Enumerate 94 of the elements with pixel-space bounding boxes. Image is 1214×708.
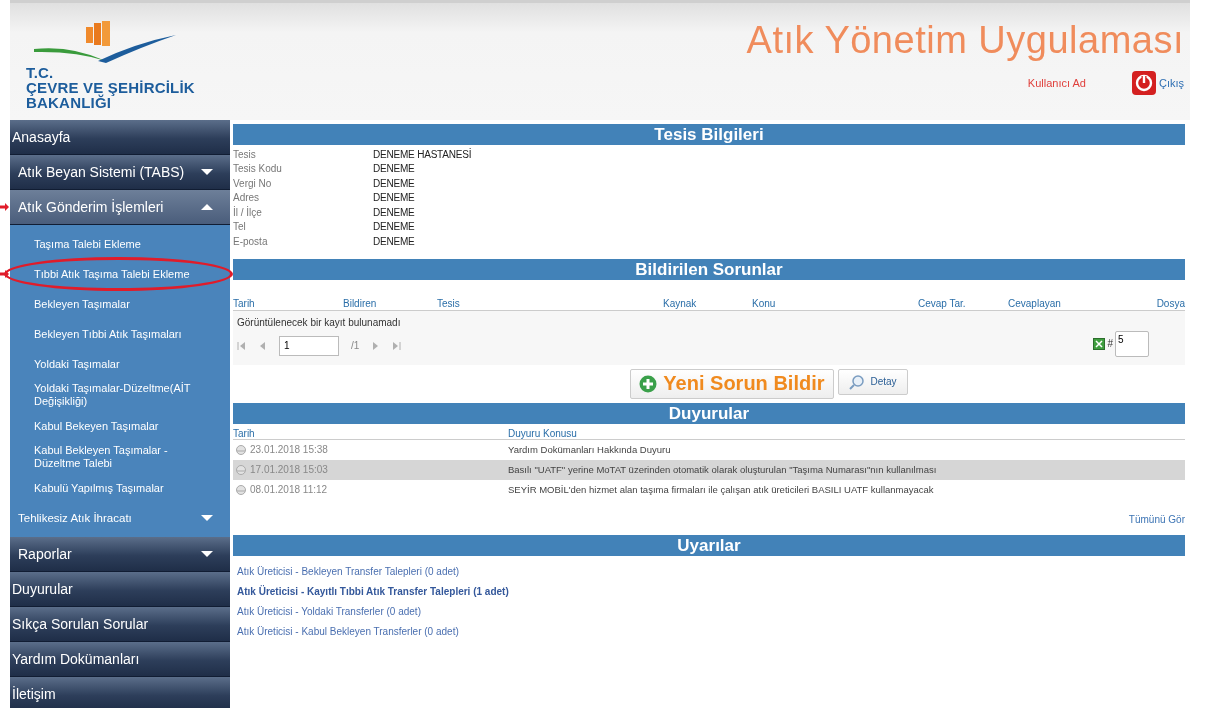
field-value: DENEME — [373, 192, 415, 204]
column-header[interactable]: Tarih — [233, 297, 343, 309]
nav-item[interactable]: Duyurular — [10, 572, 230, 607]
nav-subitem[interactable]: Tıbbi Atık Taşıma Talebi Ekleme — [10, 259, 230, 289]
column-header[interactable]: Dosya — [1128, 297, 1185, 309]
nav-item-label: Yoldaki Taşımalar-Düzeltme(AİT Değişikliği) — [34, 382, 192, 408]
nav-item-label: Tıbbi Atık Taşıma Talebi Ekleme — [34, 267, 190, 281]
nav-item-label: Tehlikesiz Atık İhracatı — [18, 511, 132, 525]
announcement-row[interactable]: 23.01.2018 15:38 Yardım Dokümanları Hakkında Duyuru — [233, 439, 1185, 460]
nav-item[interactable]: Sıkça Sorulan Sorular — [10, 607, 230, 642]
announcement-row[interactable]: 17.01.2018 15:03 Basılı "UATF" yerine MoTAT üzerinden otomatik olarak oluşturulan "Taşıma Numarası"nın kullanılması — [233, 459, 1185, 480]
warning-link[interactable]: Atık Üreticisi - Yoldaki Transferler (0 adet) — [237, 605, 421, 617]
announcement-date: 17.01.2018 15:03 — [250, 464, 328, 475]
field-label: Vergi No — [233, 177, 272, 189]
column-header[interactable]: Tesis — [437, 297, 663, 309]
field-label: Tesis — [233, 148, 256, 160]
logo-text: T.C. — [26, 65, 55, 80]
nav-item-label: Bekleyen Taşımalar — [34, 297, 130, 311]
column-header[interactable]: Konu — [752, 297, 918, 309]
page-size-field[interactable]: 5 — [1115, 330, 1149, 357]
nav-subitem[interactable]: Taşıma Talebi Ekleme — [10, 229, 230, 259]
radio-icon[interactable] — [236, 484, 246, 495]
announcement-row[interactable]: 08.01.2018 11:12 SEYİR MOBİL'den hizmet alan taşıma firmaları ile çalışan atık üreticileri BASILI UATF kullanmayacak — [233, 479, 1185, 500]
nav-menu-item[interactable]: Tehlikesiz Atık İhracatı — [10, 503, 230, 533]
nav-item[interactable]: Anasayfa — [10, 120, 230, 155]
announcement-date: 08.01.2018 11:12 — [250, 484, 328, 495]
column-header[interactable]: Tarih — [233, 427, 508, 439]
nav-item[interactable]: Yardım Dokümanları — [10, 642, 230, 677]
column-header[interactable]: Duyuru Konusu — [508, 427, 1185, 439]
field-value: DENEME HASTANESİ — [373, 148, 472, 160]
field-label: Tesis Kodu — [233, 163, 282, 175]
nav-subitem[interactable]: Yoldaki Taşımalar — [10, 349, 230, 379]
nav-item-label: Taşıma Talebi Ekleme — [34, 237, 141, 251]
column-header[interactable]: Cevap Tar. — [918, 297, 1008, 309]
plus-icon — [639, 374, 658, 393]
field-label: Adres — [233, 192, 260, 204]
previous-page-icon[interactable] — [258, 340, 267, 351]
empty-message: Görüntülenecek bir kayıt bulunamadı — [237, 316, 402, 328]
section-header: Bildirilen Sorunlar — [233, 258, 1185, 280]
warning-link[interactable]: Atık Üreticisi - Bekleyen Transfer Talepleri (0 adet) — [237, 565, 460, 577]
nav-subitem[interactable]: Bekleyen Tıbbi Atık Taşımaları — [10, 319, 230, 349]
spreadsheet-export-icon[interactable] — [1093, 337, 1106, 350]
nav-item-label: Kabulü Yapılmış Taşımalar — [34, 481, 164, 495]
nav-subitem[interactable]: Yoldaki Taşımalar-Düzeltme(AİT Değişikliği) — [10, 379, 230, 411]
column-header[interactable]: Bildiren — [343, 297, 437, 309]
see-all-link[interactable]: Tümünü Gör — [1128, 513, 1185, 525]
section-header: Uyarılar — [233, 534, 1185, 556]
app-title: Atık Yönetim Uygulaması — [746, 18, 1184, 63]
nav-item-label: Atık Beyan Sistemi (TABS) — [18, 164, 185, 180]
first-page-icon[interactable] — [237, 340, 246, 351]
nav-menu-item[interactable]: Atık Beyan Sistemi (TABS) — [10, 155, 230, 190]
field-value: DENEME — [373, 235, 415, 247]
logo-text: BAKANLIĞI — [26, 95, 112, 110]
search-icon — [848, 373, 865, 390]
user-name: Kullanıcı Ad — [1027, 77, 1086, 89]
nav-item-label: Raporlar — [18, 546, 72, 562]
field-label: E-posta — [233, 235, 268, 247]
logout-link[interactable]: Çıkış — [1158, 77, 1184, 89]
nav-item[interactable]: İletişim — [10, 677, 230, 708]
announcement-subject: SEYİR MOBİL'den hizmet alan taşıma firmaları ile çalışan atık üreticileri BASILI UATF kullanmayacak — [508, 484, 935, 495]
nav-subitem[interactable]: Kabul Bekeyen Taşımalar — [10, 411, 230, 441]
field-value: DENEME — [373, 163, 415, 175]
power-icon[interactable] — [1131, 71, 1156, 95]
announcement-date: 23.01.2018 15:38 — [250, 444, 328, 455]
detail-button[interactable]: Detay — [837, 368, 908, 395]
warning-link[interactable]: Atık Üreticisi - Kayıtlı Tıbbi Atık Transfer Talepleri (1 adet) — [237, 585, 509, 597]
nav-item-label: Kabul Bekeyen Taşımalar — [34, 419, 159, 433]
nav-subitem[interactable]: Kabul Bekleyen Taşımalar - Düzeltme Talebi — [10, 441, 230, 473]
section-header: Tesis Bilgileri — [233, 124, 1185, 145]
nav-item-label: Yoldaki Taşımalar — [34, 357, 120, 371]
field-value: DENEME — [373, 177, 415, 189]
page-size-label: # — [1107, 338, 1113, 349]
page-count: /1 — [351, 340, 360, 351]
nav-item-label: Bekleyen Tıbbi Atık Taşımaları — [34, 327, 182, 341]
announcement-subject: Basılı "UATF" yerine MoTAT üzerinden otomatik olarak oluşturulan "Taşıma Numarası"nın kullanılması — [508, 464, 938, 475]
field-label: İl / İlçe — [233, 206, 262, 218]
warning-link[interactable]: Atık Üreticisi - Kabul Bekleyen Transferler (0 adet) — [237, 625, 459, 637]
nav-item-label: Atık Gönderim İşlemleri — [18, 199, 164, 215]
nav-subitem[interactable]: Kabulü Yapılmış Taşımalar — [10, 473, 230, 503]
field-value: DENEME — [373, 206, 415, 218]
field-value: DENEME — [373, 221, 415, 233]
nav-item-label: Kabul Bekleyen Taşımalar - Düzeltme Talebi — [34, 444, 169, 470]
announcement-subject: Yardım Dokümanları Hakkında Duyuru — [508, 444, 672, 455]
column-header[interactable]: Kaynak — [663, 297, 752, 309]
page-number-field[interactable]: 1 — [279, 335, 339, 356]
logo-text: ÇEVRE VE ŞEHİRCİLİK — [26, 80, 196, 95]
radio-icon[interactable] — [236, 444, 246, 455]
last-page-icon[interactable] — [392, 340, 402, 351]
nav-subitem[interactable]: Bekleyen Taşımalar — [10, 289, 230, 319]
section-header: Duyurular — [233, 402, 1185, 424]
column-header[interactable]: Cevaplayan — [1008, 297, 1128, 309]
nav-menu-item[interactable]: Raporlar — [10, 537, 230, 572]
radio-icon[interactable] — [236, 464, 246, 475]
field-label: Tel — [233, 221, 246, 233]
